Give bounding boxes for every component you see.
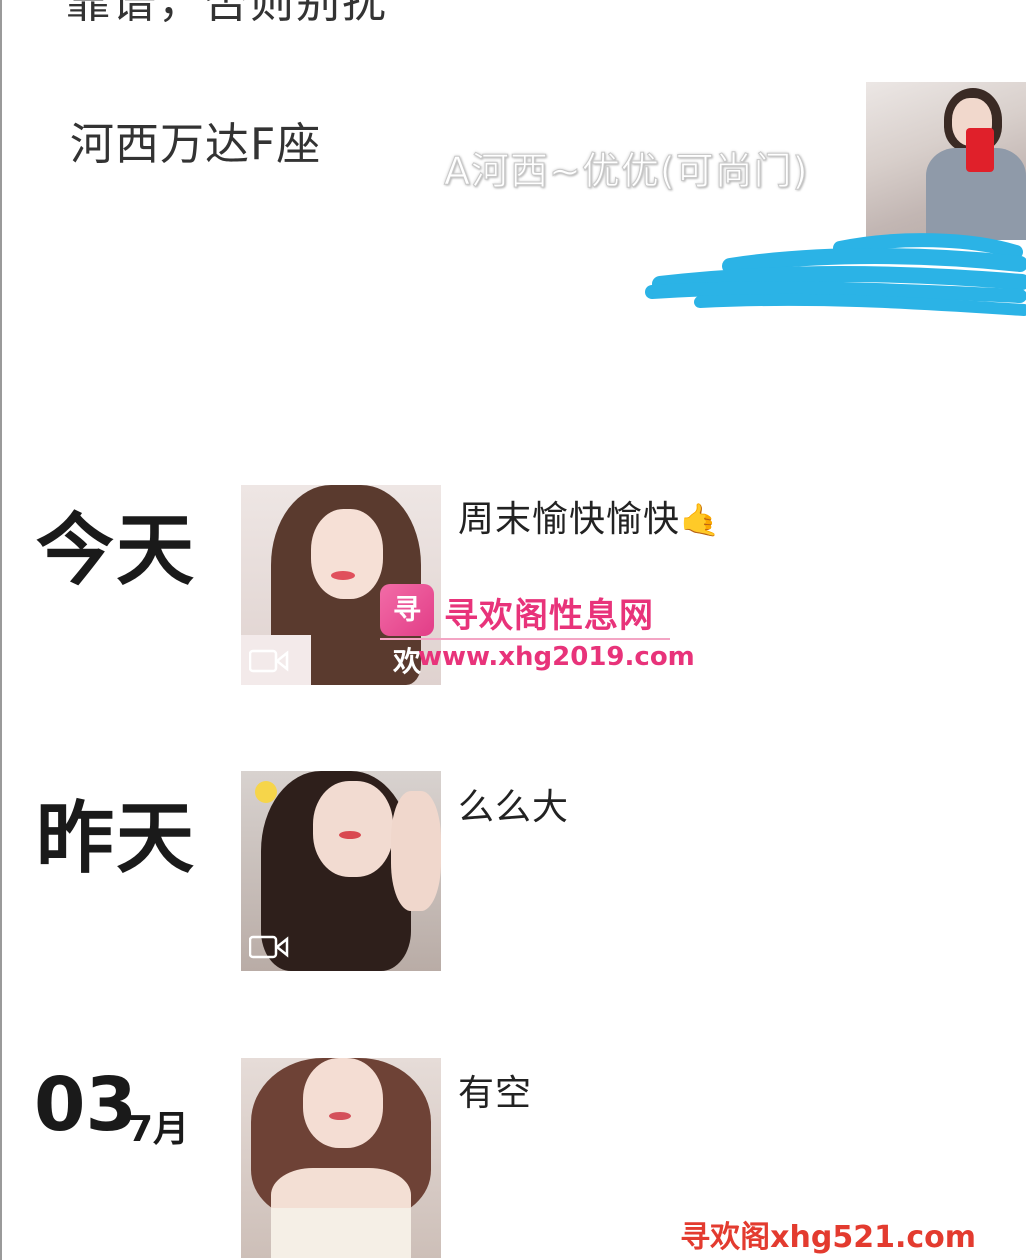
post-caption: 么么大: [458, 787, 570, 828]
redaction-scribble: [645, 233, 1026, 316]
video-camera-icon: [249, 935, 289, 959]
watermark-url: www.xhg2019.com: [418, 642, 695, 672]
post-thumbnail[interactable]: [241, 771, 441, 971]
date-label-today: 今天: [36, 506, 197, 596]
left-divider: [0, 0, 2, 1260]
watermark-center: 寻欢 寻欢阁性息网 www.xhg2019.com: [380, 580, 695, 680]
profile-name[interactable]: A河西~优优(可尚门): [444, 140, 809, 195]
profile-location: 河西万达F座: [70, 119, 322, 170]
date-label-day: 03: [34, 1062, 137, 1148]
post-caption: 有空: [458, 1073, 533, 1114]
profile-signature: 靠谱，否则别扰: [66, 0, 388, 28]
ok-hand-icon: 🤙: [680, 501, 721, 539]
post-thumbnail[interactable]: [241, 1058, 441, 1258]
video-camera-icon: [249, 649, 289, 673]
watermark-bottom: 寻欢阁xhg521.com: [680, 1220, 976, 1255]
date-label-month: 7月: [128, 1109, 190, 1150]
profile-avatar[interactable]: [866, 82, 1026, 240]
watermark-logo: 寻欢: [380, 584, 434, 678]
watermark-title: 寻欢阁性息网: [444, 596, 654, 636]
moments-page: 靠谱，否则别扰 河西万达F座 A河西~优优(可尚门) 今天 周末愉快愉快🤙 寻欢: [0, 0, 1026, 1260]
date-label-yesterday: 昨天: [36, 794, 197, 884]
post-caption: 周末愉快愉快🤙: [458, 499, 721, 540]
